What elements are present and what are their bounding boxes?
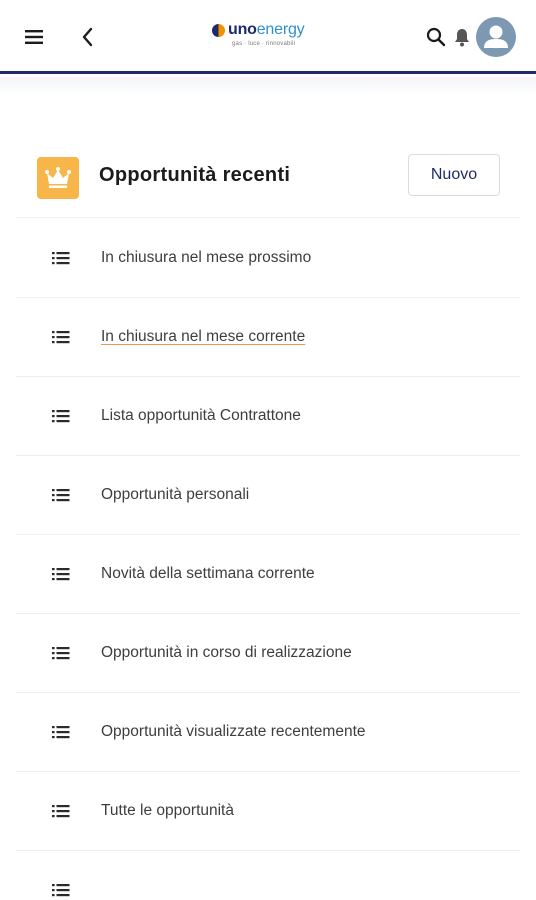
list-item-label: Tutte le opportunità bbox=[101, 802, 234, 819]
back-button[interactable] bbox=[72, 19, 104, 55]
list-icon bbox=[52, 489, 70, 502]
list-item-label: In chiusura nel mese prossimo bbox=[101, 249, 312, 266]
list-item[interactable]: Opportunità visualizzate recentemente bbox=[16, 693, 520, 772]
menu-icon bbox=[25, 30, 43, 44]
list-view-list: In chiusura nel mese prossimo In chiusur… bbox=[16, 219, 520, 900]
bell-icon bbox=[455, 29, 469, 47]
card-header: Opportunità recenti Nuovo bbox=[16, 140, 520, 218]
logo-mark-icon bbox=[212, 23, 225, 37]
list-icon bbox=[52, 884, 70, 897]
list-icon bbox=[52, 726, 70, 739]
new-button[interactable]: Nuovo bbox=[408, 154, 500, 196]
list-icon bbox=[52, 647, 70, 660]
list-icon bbox=[52, 410, 70, 423]
unoenergy-logo: uno energy gas · luce · rinnovabili bbox=[212, 20, 330, 52]
list-item[interactable] bbox=[16, 851, 520, 900]
logo-tagline: gas · luce · rinnovabili bbox=[232, 41, 296, 47]
logo-brand-light: energy bbox=[256, 21, 305, 38]
list-icon bbox=[52, 805, 70, 818]
user-avatar[interactable] bbox=[476, 17, 516, 57]
list-item[interactable]: Opportunità in corso di realizzazione bbox=[16, 614, 520, 693]
list-item[interactable]: Tutte le opportunità bbox=[16, 772, 520, 851]
avatar-person-icon bbox=[484, 25, 508, 48]
search-icon bbox=[426, 27, 446, 47]
top-app-bar: uno energy gas · luce · rinnovabili bbox=[0, 0, 536, 74]
list-item[interactable]: In chiusura nel mese corrente bbox=[16, 298, 520, 377]
list-item-label: Lista opportunità Contrattone bbox=[101, 407, 301, 424]
logo-brand-bold: uno bbox=[228, 21, 257, 38]
list-icon bbox=[52, 252, 70, 265]
menu-button[interactable] bbox=[18, 19, 50, 55]
crown-icon bbox=[45, 167, 71, 188]
list-item[interactable]: Opportunità personali bbox=[16, 456, 520, 535]
list-item[interactable]: In chiusura nel mese prossimo bbox=[16, 219, 520, 298]
list-item-label: Opportunità visualizzate recentemente bbox=[101, 723, 366, 740]
list-item-label: Novità della settimana corrente bbox=[101, 565, 315, 582]
list-item-label: Opportunità in corso di realizzazione bbox=[101, 644, 352, 661]
back-chevron-icon bbox=[82, 27, 93, 47]
list-icon bbox=[52, 331, 70, 344]
list-icon bbox=[52, 568, 70, 581]
list-item[interactable]: Lista opportunità Contrattone bbox=[16, 377, 520, 456]
crown-tile bbox=[37, 157, 79, 199]
notifications-button[interactable] bbox=[446, 19, 478, 55]
list-item-label: In chiusura nel mese corrente bbox=[101, 328, 306, 345]
page-title: Opportunità recenti bbox=[99, 164, 291, 186]
list-item-label: Opportunità personali bbox=[101, 486, 250, 503]
header-shadow bbox=[0, 77, 536, 95]
list-item[interactable]: Novità della settimana corrente bbox=[16, 535, 520, 614]
